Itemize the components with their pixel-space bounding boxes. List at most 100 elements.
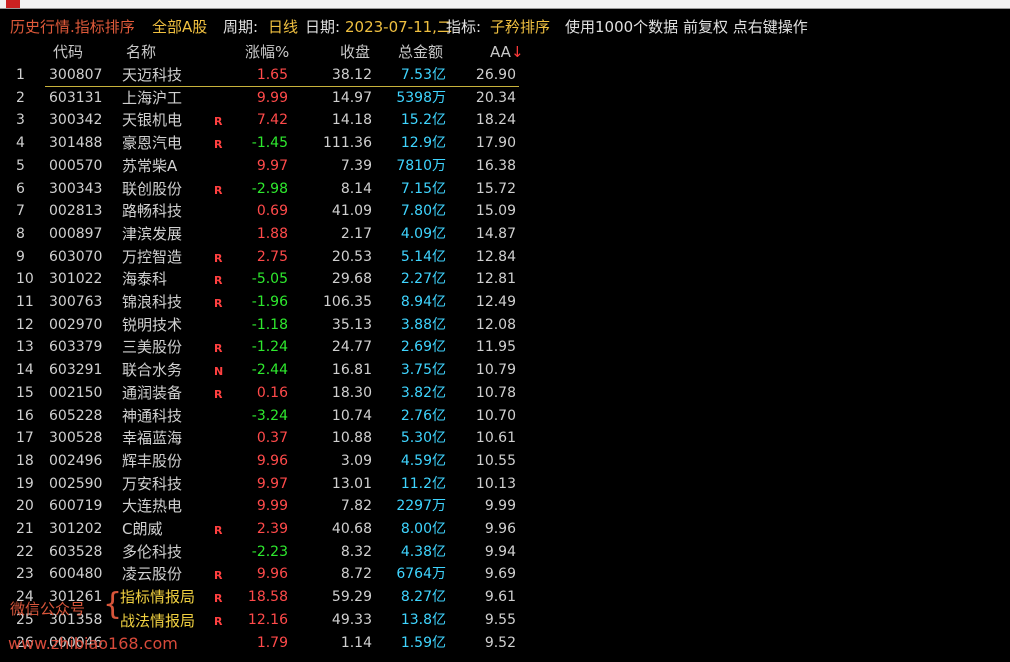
close-price: 14.18 — [331, 112, 372, 129]
close-price: 38.12 — [331, 67, 372, 83]
change-pct: -2.23 — [251, 543, 288, 560]
total-amount: 7.15亿 — [400, 180, 446, 197]
table-row[interactable]: 19 002590 万安科技 9.97 13.01 11.2亿 10.13 — [0, 473, 1010, 496]
table-row[interactable]: 6 300343 联创股份 R -2.98 8.14 7.15亿 15.72 — [0, 178, 1010, 201]
change-pct: 12.16 — [247, 611, 288, 628]
row-index: 21 — [16, 521, 34, 537]
stock-name: 幸福蓝海 — [122, 429, 183, 448]
date-label: 日期: — [305, 18, 341, 36]
row-index: 2 — [16, 89, 25, 106]
table-row[interactable]: 1 300807 天迈科技 1.65 38.12 7.53亿 26.90 — [0, 64, 1010, 87]
table-row[interactable]: 2 603131 上海沪工 9.99 14.97 5398万 20.34 — [0, 87, 1010, 110]
stock-code: 002496 — [49, 452, 103, 469]
stock-flag: R — [214, 387, 223, 401]
watermark-line2: 战法情报局 — [120, 612, 196, 630]
col-header-code[interactable]: 代码 — [53, 40, 83, 64]
stock-name: 通润装备 — [122, 383, 183, 402]
aa-value: 10.13 — [475, 475, 516, 492]
total-amount: 3.75亿 — [400, 362, 446, 379]
table-row[interactable]: 17 300528 幸福蓝海 0.37 10.88 5.30亿 10.61 — [0, 427, 1010, 450]
date-value[interactable]: 2023-07-11,二 — [345, 14, 452, 40]
total-amount: 7810万 — [396, 157, 446, 174]
table-row[interactable]: 15 002150 通润装备 R 0.16 18.30 3.82亿 10.78 — [0, 382, 1010, 405]
change-pct: 1.88 — [256, 225, 288, 242]
table-row[interactable]: 8 000897 津滨发展 1.88 2.17 4.09亿 14.87 — [0, 223, 1010, 246]
stock-name: 凌云股份 — [122, 565, 183, 584]
change-pct: -2.44 — [251, 362, 288, 379]
table-row[interactable]: 22 603528 多伦科技 -2.23 8.32 4.38亿 9.94 — [0, 541, 1010, 564]
table-row[interactable]: 5 000570 苏常柴A 9.97 7.39 7810万 16.38 — [0, 155, 1010, 178]
stock-name: 天迈科技 — [122, 66, 183, 84]
total-amount: 3.88亿 — [400, 316, 446, 333]
stock-flag: R — [214, 614, 223, 628]
aa-value: 12.08 — [475, 316, 516, 333]
table-row[interactable]: 4 301488 豪恩汽电 R -1.45 111.36 12.9亿 17.90 — [0, 132, 1010, 155]
aa-value: 9.99 — [484, 498, 516, 515]
change-pct: 0.16 — [256, 384, 288, 401]
aa-value: 12.49 — [475, 294, 516, 310]
table-row[interactable]: 16 605228 神通科技 -3.24 10.74 2.76亿 10.70 — [0, 405, 1010, 428]
stock-code: 603379 — [49, 339, 103, 356]
table-row[interactable]: 11 300763 锦浪科技 R -1.96 106.35 8.94亿 12.49 — [0, 291, 1010, 314]
table-row[interactable]: 12 002970 锐明技术 -1.18 35.13 3.88亿 12.08 — [0, 314, 1010, 337]
row-index: 6 — [16, 180, 25, 197]
aa-value: 15.09 — [475, 203, 516, 220]
close-price: 16.81 — [331, 362, 372, 379]
change-pct: -1.96 — [251, 294, 288, 310]
change-pct: 2.75 — [256, 248, 288, 265]
row-index: 20 — [16, 498, 34, 515]
stock-code: 000897 — [49, 225, 103, 242]
col-header-close[interactable]: 收盘 — [340, 40, 370, 64]
row-index: 9 — [16, 248, 25, 265]
close-price: 24.77 — [331, 339, 372, 356]
table-row[interactable]: 20 600719 大连热电 9.99 7.82 2297万 9.99 — [0, 495, 1010, 518]
aa-value: 10.70 — [475, 407, 516, 424]
table-row[interactable]: 21 301202 C朗威 R 2.39 40.68 8.00亿 9.96 — [0, 518, 1010, 541]
table-row[interactable]: 13 603379 三美股份 R -1.24 24.77 2.69亿 11.95 — [0, 336, 1010, 359]
market-selector[interactable]: 全部A股 — [152, 14, 207, 40]
row-index: 22 — [16, 543, 34, 560]
stock-code: 300528 — [49, 430, 103, 447]
col-header-amount[interactable]: 总金额 — [398, 40, 443, 64]
col-header-pct[interactable]: 涨幅% — [245, 40, 289, 64]
stock-flag: R — [214, 524, 223, 537]
table-row[interactable]: 7 002813 路畅科技 0.69 41.09 7.80亿 15.09 — [0, 200, 1010, 223]
total-amount: 5.30亿 — [400, 430, 446, 447]
table-row[interactable]: 14 603291 联合水务 N -2.44 16.81 3.75亿 10.79 — [0, 359, 1010, 382]
table-row[interactable]: 3 300342 天银机电 R 7.42 14.18 15.2亿 18.24 — [0, 109, 1010, 132]
stock-code: 603131 — [49, 89, 103, 106]
table-row[interactable]: 23 600480 凌云股份 R 9.96 8.72 6764万 9.69 — [0, 563, 1010, 586]
close-price: 111.36 — [323, 135, 372, 152]
col-header-aa[interactable]: AA↓ — [490, 40, 524, 64]
stock-code: 301488 — [49, 135, 103, 152]
app-logo-icon — [6, 0, 20, 8]
stock-code: 603291 — [49, 362, 103, 379]
stock-name: 路畅科技 — [122, 202, 183, 221]
stock-code: 002813 — [49, 203, 103, 220]
table-row[interactable]: 10 301022 海泰科 R -5.05 29.68 2.27亿 12.81 — [0, 268, 1010, 291]
aa-value: 15.72 — [475, 180, 516, 197]
change-pct: 18.58 — [247, 589, 288, 606]
stock-name: 多伦科技 — [122, 542, 183, 561]
watermark-url: www.zhibiao168.com — [8, 634, 178, 653]
total-amount: 2.76亿 — [400, 407, 446, 424]
row-index: 16 — [16, 407, 34, 424]
close-price: 8.72 — [340, 566, 372, 583]
stock-flag: R — [214, 297, 223, 310]
aa-value: 12.81 — [475, 271, 516, 288]
row-index: 11 — [16, 294, 34, 310]
aa-value: 16.38 — [475, 157, 516, 174]
row-index: 7 — [16, 203, 25, 220]
sort-down-arrow-icon: ↓ — [510, 43, 524, 61]
change-pct: 9.96 — [256, 566, 288, 583]
period-value[interactable]: 日线 — [268, 14, 298, 40]
change-pct: 9.99 — [256, 498, 288, 515]
col-header-name[interactable]: 名称 — [126, 40, 156, 64]
close-price: 41.09 — [331, 203, 372, 220]
close-price: 3.09 — [340, 452, 372, 469]
total-amount: 8.00亿 — [400, 521, 446, 537]
total-amount: 3.82亿 — [400, 384, 446, 401]
table-row[interactable]: 18 002496 辉丰股份 9.96 3.09 4.59亿 10.55 — [0, 450, 1010, 473]
indicator-value[interactable]: 子矜排序 — [490, 14, 550, 40]
table-row[interactable]: 9 603070 万控智造 R 2.75 20.53 5.14亿 12.84 — [0, 246, 1010, 269]
